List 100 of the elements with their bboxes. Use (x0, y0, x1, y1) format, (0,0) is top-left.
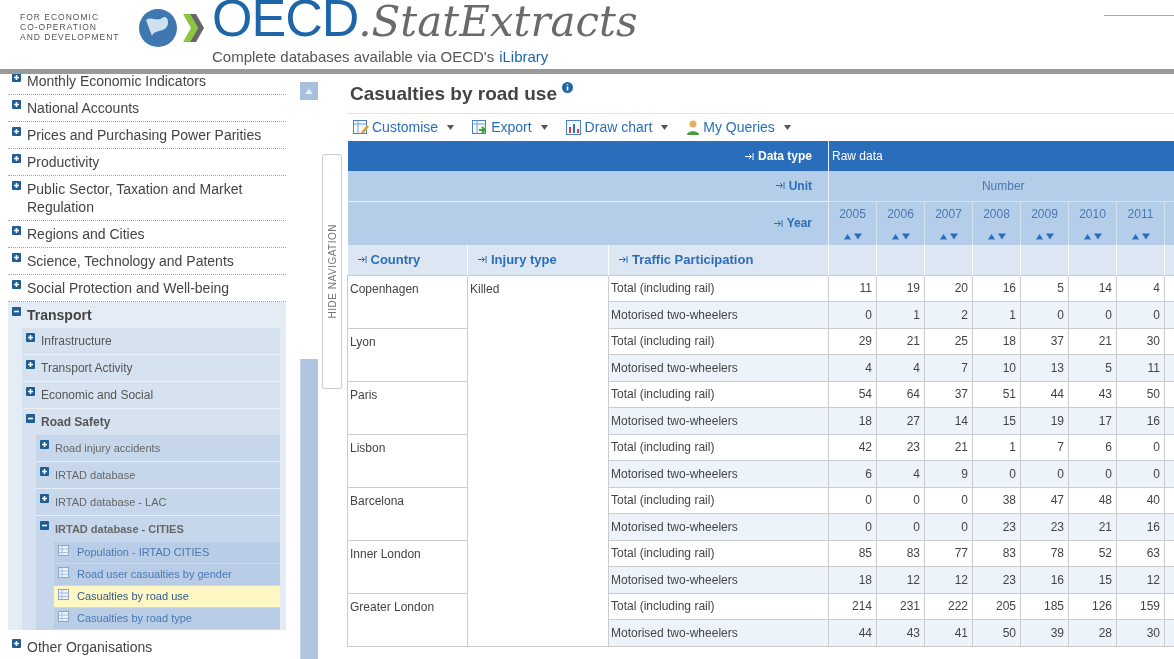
ilibrary-link[interactable]: iLibrary (499, 48, 549, 66)
participation-cell: Total (including rail) (611, 334, 715, 349)
sort-arrows-icon[interactable] (938, 232, 959, 240)
sort-arrows-icon[interactable] (986, 232, 1007, 240)
value-cell: 54 (858, 387, 872, 402)
expand-icon[interactable] (12, 73, 21, 82)
expand-icon[interactable] (12, 181, 21, 190)
category-item[interactable]: Road Safety (41, 409, 111, 435)
value-cell: 20 (954, 281, 968, 296)
value-cell: 16 (1146, 519, 1160, 534)
value-cell: 21 (954, 440, 968, 455)
bar-chart-icon (565, 120, 582, 135)
table-edit-icon (353, 120, 369, 135)
expand-icon[interactable] (26, 333, 35, 342)
expand-icon[interactable] (12, 100, 21, 109)
toolbar-dropdown-button[interactable]: Customise (353, 117, 455, 138)
participation-cell: Motorised two-wheelers (611, 413, 738, 428)
country-cell: Barcelona (350, 493, 405, 508)
info-icon[interactable] (561, 82, 573, 93)
expand-icon[interactable] (40, 440, 49, 449)
arrow-to-bar-icon[interactable] (357, 256, 367, 264)
expand-icon[interactable] (12, 127, 21, 136)
hide-navigation-tab[interactable]: HIDE NAVIGATION (322, 154, 342, 389)
value-cell: 1 (1009, 307, 1016, 322)
category-item[interactable]: Public Sector, Taxation and Market Regulation (27, 176, 286, 220)
organisation-name: CO-OPERATION (20, 22, 98, 32)
dimension-label: Data type (757, 148, 812, 165)
up-arrow-icon (305, 88, 313, 94)
country-cell: Greater London (350, 599, 435, 614)
category-item[interactable]: Transport (27, 302, 92, 328)
dataset-item[interactable]: Casualties by road use (54, 586, 280, 608)
category-item[interactable]: Productivity (27, 149, 100, 175)
value-cell: 0 (961, 519, 968, 534)
toolbar-dropdown-button[interactable]: Export (472, 117, 548, 138)
value-cell: 159 (1139, 599, 1160, 614)
value-cell: 0 (865, 307, 872, 322)
value-cell: 43 (1098, 387, 1112, 402)
value-cell: 48 (1098, 493, 1112, 508)
category-item[interactable]: National Accounts (27, 95, 140, 121)
scrollbar-thumb[interactable] (300, 359, 318, 659)
expand-icon[interactable] (40, 494, 49, 503)
expand-icon[interactable] (40, 467, 49, 476)
category-item[interactable]: Regions and Cities (27, 221, 145, 247)
value-cell: 50 (1002, 625, 1016, 640)
value-cell: 23 (1002, 519, 1016, 534)
value-cell: 25 (954, 334, 968, 349)
expand-icon[interactable] (12, 280, 21, 289)
value-cell: 17 (1098, 413, 1112, 428)
value-cell: 0 (913, 493, 920, 508)
value-cell: 39 (1050, 625, 1064, 640)
expand-icon[interactable] (26, 360, 35, 369)
toolbar-dropdown-button[interactable]: Draw chart (565, 117, 669, 138)
arrow-to-bar-icon[interactable] (773, 219, 783, 227)
value-cell: 5 (1105, 360, 1112, 375)
value-cell: 42 (858, 440, 872, 455)
value-cell: 52 (1098, 546, 1112, 561)
arrow-to-bar-icon[interactable] (775, 182, 785, 190)
country-cell: Paris (350, 387, 378, 402)
table-export-icon (472, 120, 489, 135)
sort-arrows-icon[interactable] (1034, 232, 1055, 240)
table-icon (58, 545, 69, 556)
expand-icon[interactable] (12, 639, 21, 648)
category-item[interactable]: Social Protection and Well-being (27, 275, 230, 301)
category-item[interactable]: IRTAD database - CITIES (55, 516, 184, 542)
value-cell: 4 (913, 360, 920, 375)
collapse-icon[interactable] (40, 521, 49, 530)
sort-arrows-icon[interactable] (890, 232, 911, 240)
expand-icon[interactable] (12, 253, 21, 262)
value-cell: 14 (1098, 281, 1112, 296)
header-cell (1164, 245, 1174, 275)
value-cell: 10 (1002, 360, 1016, 375)
value-cell: 23 (1002, 572, 1016, 587)
expand-icon[interactable] (26, 387, 35, 396)
value-cell: 14 (954, 413, 968, 428)
sort-arrows-icon[interactable] (1130, 232, 1151, 240)
value-cell: 0 (1153, 466, 1160, 481)
category-item[interactable]: Science, Technology and Patents (27, 248, 234, 274)
country-cell: Copenhagen (350, 281, 419, 296)
toolbar-dropdown-button[interactable]: My Queries (686, 117, 791, 138)
expand-icon[interactable] (12, 226, 21, 235)
value-cell: 2 (961, 307, 968, 322)
collapse-icon[interactable] (26, 414, 35, 423)
collapse-icon[interactable] (12, 307, 21, 316)
category-item[interactable]: Monthly Economic Indicators (27, 68, 206, 94)
arrow-to-bar-icon[interactable] (478, 256, 487, 264)
column-header: Injury type (491, 251, 557, 269)
category-item[interactable]: Other Organisations (27, 634, 153, 659)
caret-icon (783, 125, 791, 130)
value-cell: 13 (1050, 360, 1064, 375)
value-cell: 78 (1050, 546, 1064, 561)
category-item[interactable]: Prices and Purchasing Power Parities (27, 122, 262, 148)
sort-arrows-icon[interactable] (842, 232, 863, 240)
organisation-name: AND DEVELOPMENT (20, 32, 120, 42)
expand-icon[interactable] (12, 154, 21, 163)
sort-arrows-icon[interactable] (1082, 232, 1103, 240)
caret-icon (540, 125, 548, 130)
arrow-to-bar-icon[interactable] (619, 256, 628, 264)
value-cell: 11 (1147, 360, 1160, 375)
value-cell: 7 (961, 360, 968, 375)
value-cell: 30 (1146, 625, 1160, 640)
